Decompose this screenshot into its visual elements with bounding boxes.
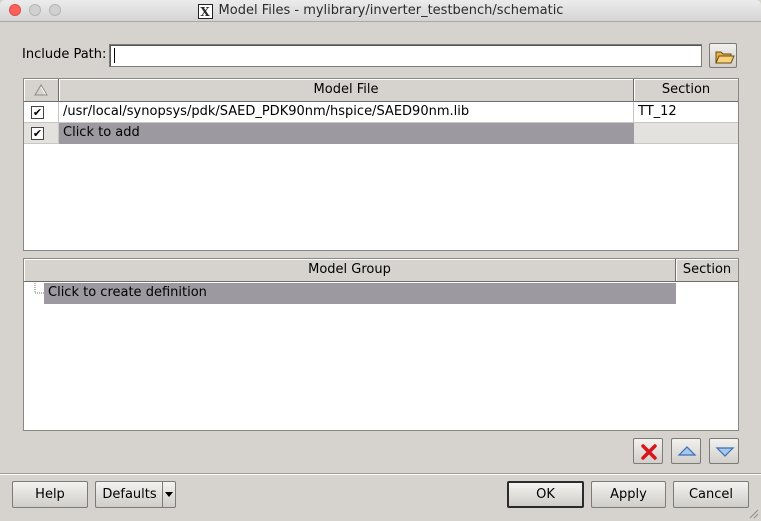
move-down-button[interactable] [709,438,739,464]
delete-x-icon [641,444,657,460]
browse-folder-button[interactable] [709,43,737,68]
apply-button[interactable]: Apply [591,481,666,508]
group-section-column-header[interactable]: Section [676,259,738,282]
create-definition-cell[interactable]: Click to create definition [44,283,676,304]
separator [0,473,761,475]
cancel-button[interactable]: Cancel [673,481,749,508]
resize-grip-icon[interactable] [747,507,759,519]
model-group-column-header[interactable]: Model Group [24,259,676,282]
help-button[interactable]: Help [12,481,88,508]
delete-button[interactable] [633,438,663,464]
window-title: Model Files - mylibrary/inverter_testben… [218,3,564,18]
move-down-icon [715,447,735,457]
chevron-down-icon [165,492,173,497]
enable-checkbox[interactable]: ✔ [31,127,44,140]
model-file-cell[interactable]: /usr/local/synopsys/pdk/SAED_PDK90nm/hsp… [59,102,634,123]
defaults-dropdown-button[interactable] [162,481,176,508]
window-title-area: X Model Files - mylibrary/inverter_testbe… [0,3,761,19]
row-checkbox-cell: ✔ [24,102,59,123]
model-group-table: Model Group Section Click to create defi… [23,258,739,431]
row-checkbox-cell: ✔ [24,123,59,144]
table-row[interactable]: ✔ Click to add [24,123,738,144]
model-file-column-header[interactable]: Model File [59,79,634,102]
move-up-icon [677,446,697,456]
include-path-input[interactable] [109,44,702,67]
tree-connector-icon [34,283,44,294]
section-column-header[interactable]: Section [634,79,738,102]
section-cell[interactable] [634,123,738,144]
defaults-button[interactable]: Defaults [95,481,163,508]
table-row[interactable]: ✔ /usr/local/synopsys/pdk/SAED_PDK90nm/h… [24,102,738,123]
title-bar: X Model Files - mylibrary/inverter_testbe… [0,0,761,22]
include-path-label: Include Path: [22,47,107,62]
text-cursor [114,48,115,63]
folder-open-icon [715,51,735,64]
sort-triangle-icon [34,84,48,96]
click-to-add-cell[interactable]: Click to add [59,123,634,144]
ok-button[interactable]: OK [507,481,584,508]
enable-checkbox[interactable]: ✔ [31,106,44,119]
model-file-table: Model File Section ✔ /usr/local/synopsys… [23,78,739,251]
sort-column-header[interactable] [24,79,59,102]
section-cell[interactable]: TT_12 [634,102,738,123]
x11-app-icon: X [197,4,213,19]
move-up-button[interactable] [671,438,701,464]
tree-row[interactable]: Click to create definition [24,283,738,304]
